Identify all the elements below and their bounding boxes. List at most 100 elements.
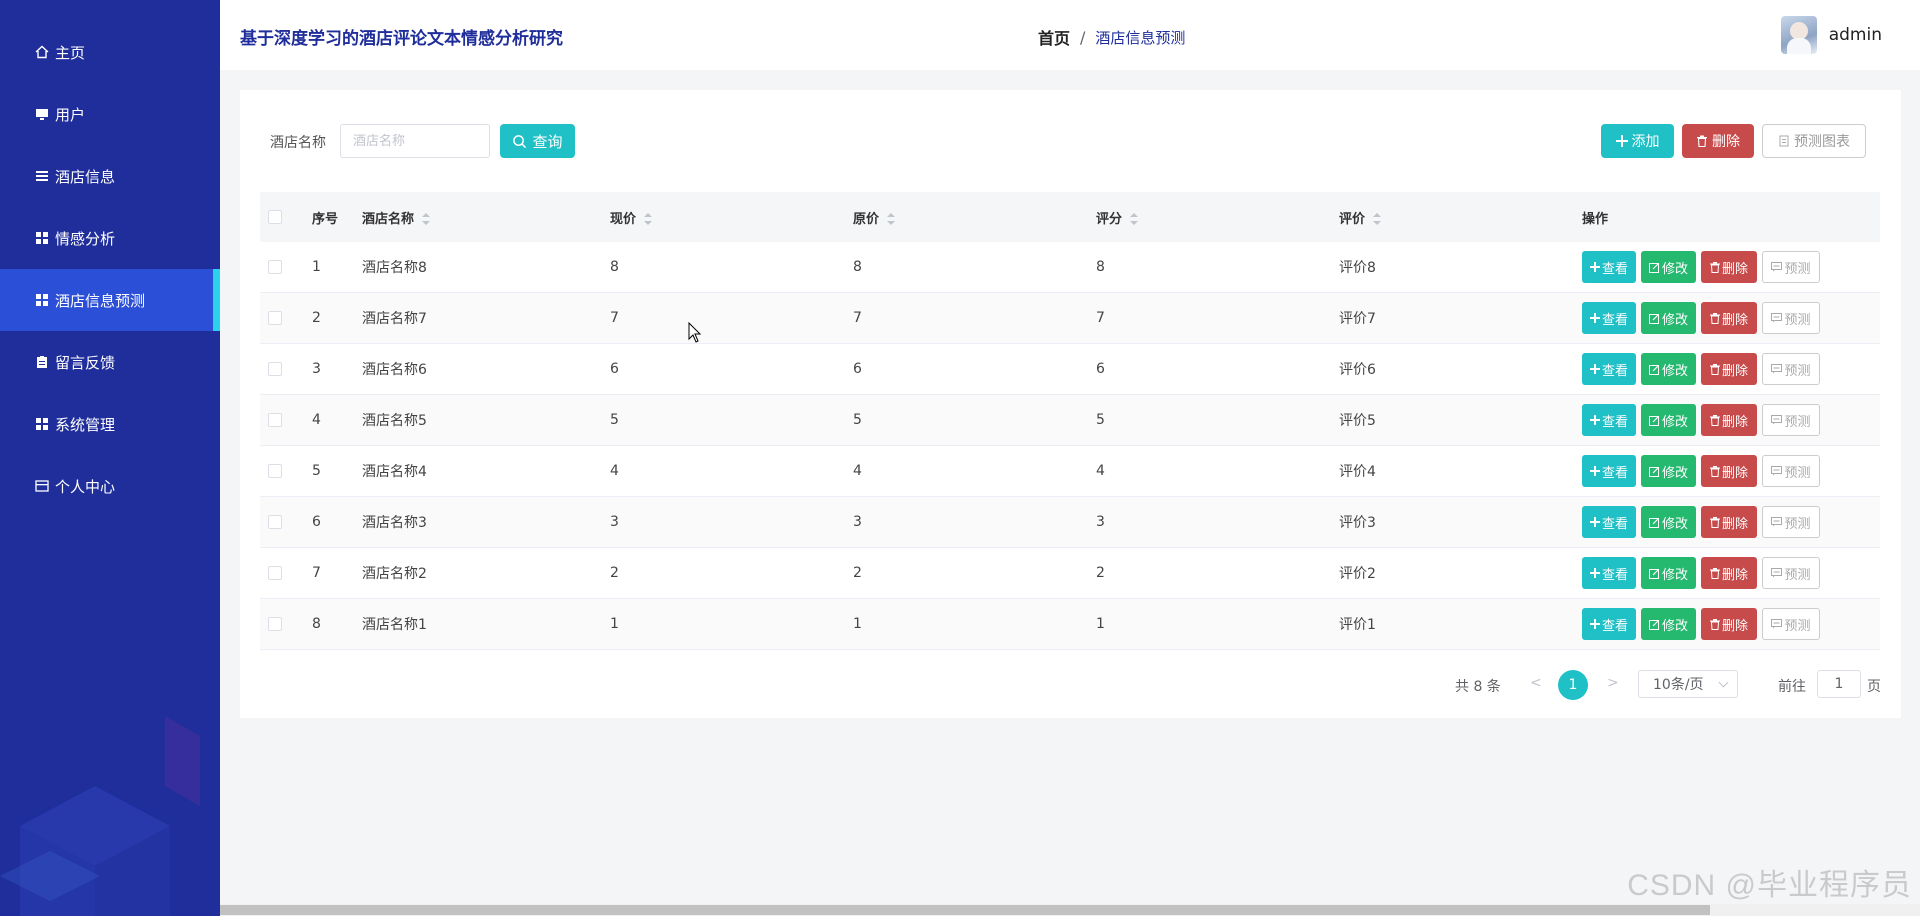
- username[interactable]: admin: [1829, 25, 1882, 45]
- row-checkbox[interactable]: [268, 464, 282, 478]
- avatar[interactable]: [1780, 16, 1817, 54]
- list-icon: [33, 167, 51, 185]
- delete-button[interactable]: 删除: [1701, 353, 1757, 385]
- header-current-price[interactable]: 现价: [610, 208, 853, 227]
- sort-icon[interactable]: [1130, 213, 1139, 225]
- page-size-select[interactable]: 10条/页: [1638, 670, 1738, 698]
- predict-button[interactable]: 预测: [1762, 506, 1820, 538]
- edit-button[interactable]: 修改: [1641, 506, 1696, 538]
- edit-icon: [1648, 517, 1660, 528]
- sort-icon[interactable]: [887, 213, 896, 225]
- prev-page-button[interactable]: <: [1530, 675, 1542, 691]
- select-all-checkbox[interactable]: [268, 210, 282, 224]
- row-checkbox[interactable]: [268, 617, 282, 631]
- row-checkbox[interactable]: [268, 362, 282, 376]
- view-button[interactable]: 查看: [1582, 506, 1636, 538]
- table-row[interactable]: 3 酒店名称6 6 6 6 评价6 查看 修改 删除 预测: [260, 344, 1880, 395]
- edit-button[interactable]: 修改: [1641, 557, 1696, 589]
- view-button[interactable]: 查看: [1582, 404, 1636, 436]
- table-header: 序号 酒店名称 现价 原价 评分 评价 操作: [260, 192, 1880, 242]
- sidebar: 主页 用户 酒店信息 情感分析 酒店信息预测 留言反馈 系统管理 个人中心: [0, 0, 220, 916]
- table-row[interactable]: 5 酒店名称4 4 4 4 评价4 查看 修改 删除 预测: [260, 446, 1880, 497]
- header-actions: 操作: [1582, 211, 1609, 227]
- header-original-price[interactable]: 原价: [853, 208, 1096, 227]
- breadcrumb-current: 酒店信息预测: [1095, 28, 1186, 47]
- edit-icon: [1648, 313, 1660, 324]
- row-checkbox[interactable]: [268, 260, 282, 274]
- row-checkbox[interactable]: [268, 515, 282, 529]
- edit-button[interactable]: 修改: [1641, 353, 1696, 385]
- sidebar-item-feedback[interactable]: 留言反馈: [0, 331, 220, 393]
- search-button[interactable]: 查询: [500, 124, 575, 158]
- sidebar-item-hotel-info[interactable]: 酒店信息: [0, 145, 220, 207]
- breadcrumb-home[interactable]: 首页: [1038, 25, 1070, 49]
- predict-button[interactable]: 预测: [1762, 557, 1820, 589]
- delete-button[interactable]: 删除: [1701, 302, 1757, 334]
- table-row[interactable]: 1 酒店名称8 8 8 8 评价8 查看 修改 删除 预测: [260, 242, 1880, 293]
- horizontal-scrollbar[interactable]: [220, 904, 1920, 916]
- hotel-name-search-input[interactable]: [340, 124, 490, 158]
- delete-button[interactable]: 删除: [1701, 506, 1757, 538]
- view-button[interactable]: 查看: [1582, 608, 1636, 640]
- edit-icon: [1648, 364, 1660, 375]
- view-button[interactable]: 查看: [1582, 251, 1636, 283]
- add-button[interactable]: 添加: [1601, 124, 1674, 158]
- header-label: 现价: [610, 211, 637, 227]
- predict-button[interactable]: 预测: [1762, 251, 1820, 283]
- edit-button[interactable]: 修改: [1641, 302, 1696, 334]
- next-page-button[interactable]: >: [1607, 675, 1619, 691]
- header-label: 原价: [853, 211, 880, 227]
- edit-button[interactable]: 修改: [1641, 455, 1696, 487]
- row-checkbox[interactable]: [268, 566, 282, 580]
- edit-button[interactable]: 修改: [1641, 404, 1696, 436]
- delete-button[interactable]: 删除: [1701, 608, 1757, 640]
- view-button[interactable]: 查看: [1582, 557, 1636, 589]
- edit-button[interactable]: 修改: [1641, 251, 1696, 283]
- header-index: 序号: [312, 211, 339, 227]
- row-checkbox[interactable]: [268, 413, 282, 427]
- sort-icon[interactable]: [422, 213, 431, 225]
- sort-icon[interactable]: [1373, 213, 1382, 225]
- scrollbar-thumb[interactable]: [220, 905, 1710, 915]
- edit-button[interactable]: 修改: [1641, 608, 1696, 640]
- header-score[interactable]: 评分: [1096, 208, 1339, 227]
- sidebar-item-system[interactable]: 系统管理: [0, 393, 220, 455]
- row-checkbox[interactable]: [268, 311, 282, 325]
- predict-button[interactable]: 预测: [1762, 608, 1820, 640]
- goto-page-input[interactable]: [1817, 670, 1861, 698]
- table-row[interactable]: 2 酒店名称7 7 7 7 评价7 查看 修改 删除 预测: [260, 293, 1880, 344]
- cell-score: 1: [1096, 616, 1105, 632]
- card-icon: [33, 477, 51, 495]
- predict-button[interactable]: 预测: [1762, 404, 1820, 436]
- predict-button[interactable]: 预测: [1762, 455, 1820, 487]
- header-hotel-name[interactable]: 酒店名称: [362, 208, 610, 227]
- chart-icon: [1778, 135, 1790, 147]
- table-row[interactable]: 4 酒店名称5 5 5 5 评价5 查看 修改 删除 预测: [260, 395, 1880, 446]
- delete-button[interactable]: 删除: [1701, 251, 1757, 283]
- predict-button[interactable]: 预测: [1762, 302, 1820, 334]
- table-row[interactable]: 7 酒店名称2 2 2 2 评价2 查看 修改 删除 预测: [260, 548, 1880, 599]
- view-button-label: 查看: [1601, 312, 1628, 328]
- header-evaluation[interactable]: 评价: [1339, 208, 1582, 227]
- sort-icon[interactable]: [644, 213, 653, 225]
- sidebar-item-hotel-prediction[interactable]: 酒店信息预测: [0, 269, 220, 331]
- delete-button[interactable]: 删除: [1701, 557, 1757, 589]
- sidebar-item-users[interactable]: 用户: [0, 83, 220, 145]
- user-menu[interactable]: admin: [1780, 16, 1882, 54]
- page-number-button[interactable]: 1: [1558, 670, 1588, 700]
- sidebar-item-home[interactable]: 主页: [0, 21, 220, 83]
- prediction-chart-button[interactable]: 预测图表: [1762, 124, 1866, 158]
- sidebar-item-label: 主页: [55, 43, 86, 62]
- batch-delete-button[interactable]: 删除: [1682, 124, 1754, 158]
- table-row[interactable]: 8 酒店名称1 1 1 1 评价1 查看 修改 删除 预测: [260, 599, 1880, 650]
- view-button[interactable]: 查看: [1582, 353, 1636, 385]
- delete-button[interactable]: 删除: [1701, 404, 1757, 436]
- view-button[interactable]: 查看: [1582, 455, 1636, 487]
- sidebar-item-sentiment[interactable]: 情感分析: [0, 207, 220, 269]
- sidebar-item-profile[interactable]: 个人中心: [0, 455, 220, 517]
- table-row[interactable]: 6 酒店名称3 3 3 3 评价3 查看 修改 删除 预测: [260, 497, 1880, 548]
- predict-button[interactable]: 预测: [1762, 353, 1820, 385]
- delete-button[interactable]: 删除: [1701, 455, 1757, 487]
- view-button[interactable]: 查看: [1582, 302, 1636, 334]
- comment-icon: [1771, 517, 1783, 527]
